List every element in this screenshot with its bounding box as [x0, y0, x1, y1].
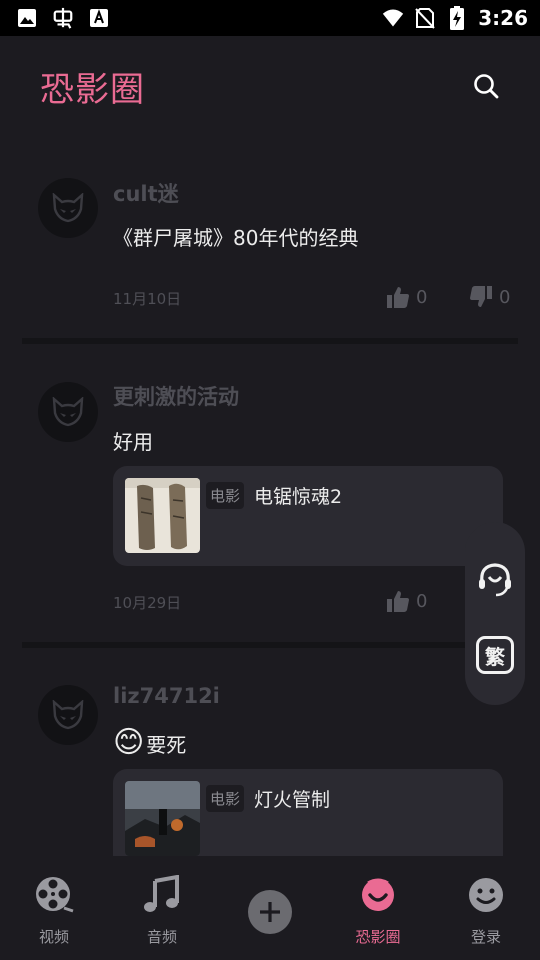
- post-date: 11月10日: [113, 290, 182, 308]
- music-note-icon: [141, 874, 183, 916]
- cat-mask-avatar-icon: [52, 397, 84, 427]
- post-card[interactable]: cult迷 《群尸屠城》80年代的经典 11月10日 0 0: [0, 140, 540, 344]
- nav-label: 登录: [470, 928, 501, 946]
- avatar[interactable]: [38, 382, 98, 442]
- media-card[interactable]: 电影 电锯惊魂2: [113, 466, 503, 566]
- battery-charging-icon: [446, 6, 468, 30]
- bottom-navigation: 视频 音频 恐影圈 登录: [0, 856, 540, 960]
- post-card[interactable]: 更刺激的活动 好用 电影 电锯惊魂2 10月29日 0 0: [0, 344, 540, 648]
- floating-toolbar: 繁: [465, 522, 525, 705]
- media-card[interactable]: 电影 灯火管制: [113, 769, 503, 856]
- page-title: 恐影圈: [40, 69, 145, 110]
- media-type-tag: 电影: [206, 482, 245, 509]
- film-reel-icon: [33, 874, 75, 916]
- image-icon: [16, 7, 38, 29]
- media-title: 电锯惊魂2: [254, 486, 343, 508]
- post-username[interactable]: liz74712i: [113, 684, 220, 708]
- thumbs-up-icon: [387, 287, 409, 308]
- traditional-chinese-toggle[interactable]: 繁: [473, 633, 517, 677]
- dislike-count: 0: [499, 286, 511, 308]
- nav-item-horror-circle[interactable]: 恐影圈: [324, 856, 432, 960]
- smiley-face-icon: [465, 874, 507, 916]
- nav-item-login[interactable]: 登录: [432, 856, 540, 960]
- cat-mask-avatar-icon: [52, 193, 84, 223]
- post-card[interactable]: liz74712i 😊 要死 电影 灯火管制: [0, 646, 540, 856]
- avatar[interactable]: [38, 178, 98, 238]
- status-bar: 3:26: [0, 0, 540, 36]
- like-count: 0: [416, 286, 428, 308]
- no-sim-icon: [414, 7, 436, 29]
- post-username[interactable]: cult迷: [113, 178, 179, 208]
- nav-item-video[interactable]: 视频: [0, 856, 108, 960]
- search-icon: [474, 74, 499, 99]
- post-content: 好用: [113, 430, 153, 454]
- smile-circle-icon: [357, 874, 399, 916]
- emoji-smile: 😊: [113, 725, 145, 760]
- thumbs-down-icon: [470, 286, 492, 307]
- post-content: 😊 要死: [113, 726, 186, 760]
- text-a-icon: [88, 7, 110, 29]
- like-button[interactable]: 0: [386, 589, 427, 613]
- post-username[interactable]: 更刺激的活动: [113, 381, 239, 411]
- bug-app-icon: [52, 7, 74, 29]
- nav-item-audio[interactable]: 音频: [108, 856, 216, 960]
- media-title: 灯火管制: [254, 789, 331, 811]
- post-date: 10月29日: [113, 594, 182, 612]
- customer-service-button[interactable]: [473, 557, 517, 601]
- clock-time: 3:26: [478, 6, 528, 30]
- search-button[interactable]: [468, 68, 504, 104]
- customer-service-icon: [479, 563, 511, 597]
- wifi-icon: [382, 7, 404, 29]
- movie-poster-thumbnail: [125, 781, 200, 856]
- app-header: 恐影圈: [0, 36, 540, 136]
- traditional-chinese-label: 繁: [476, 636, 514, 674]
- post-content-text: 要死: [146, 732, 187, 757]
- avatar[interactable]: [38, 685, 98, 745]
- nav-item-add[interactable]: [216, 856, 324, 960]
- post-content: 《群尸屠城》80年代的经典: [113, 226, 359, 250]
- cat-mask-avatar-icon: [52, 700, 84, 730]
- nav-label: 视频: [38, 928, 69, 946]
- add-icon: [248, 890, 292, 934]
- movie-poster-thumbnail: [125, 478, 200, 553]
- thumbs-up-icon: [387, 591, 409, 612]
- post-feed[interactable]: cult迷 《群尸屠城》80年代的经典 11月10日 0 0 更刺激的活动 好用…: [0, 140, 540, 856]
- media-type-tag: 电影: [206, 785, 245, 812]
- dislike-button[interactable]: 0: [469, 285, 510, 309]
- like-count: 0: [416, 590, 428, 612]
- nav-label: 恐影圈: [355, 928, 401, 946]
- like-button[interactable]: 0: [386, 285, 427, 309]
- nav-label: 音频: [146, 928, 177, 946]
